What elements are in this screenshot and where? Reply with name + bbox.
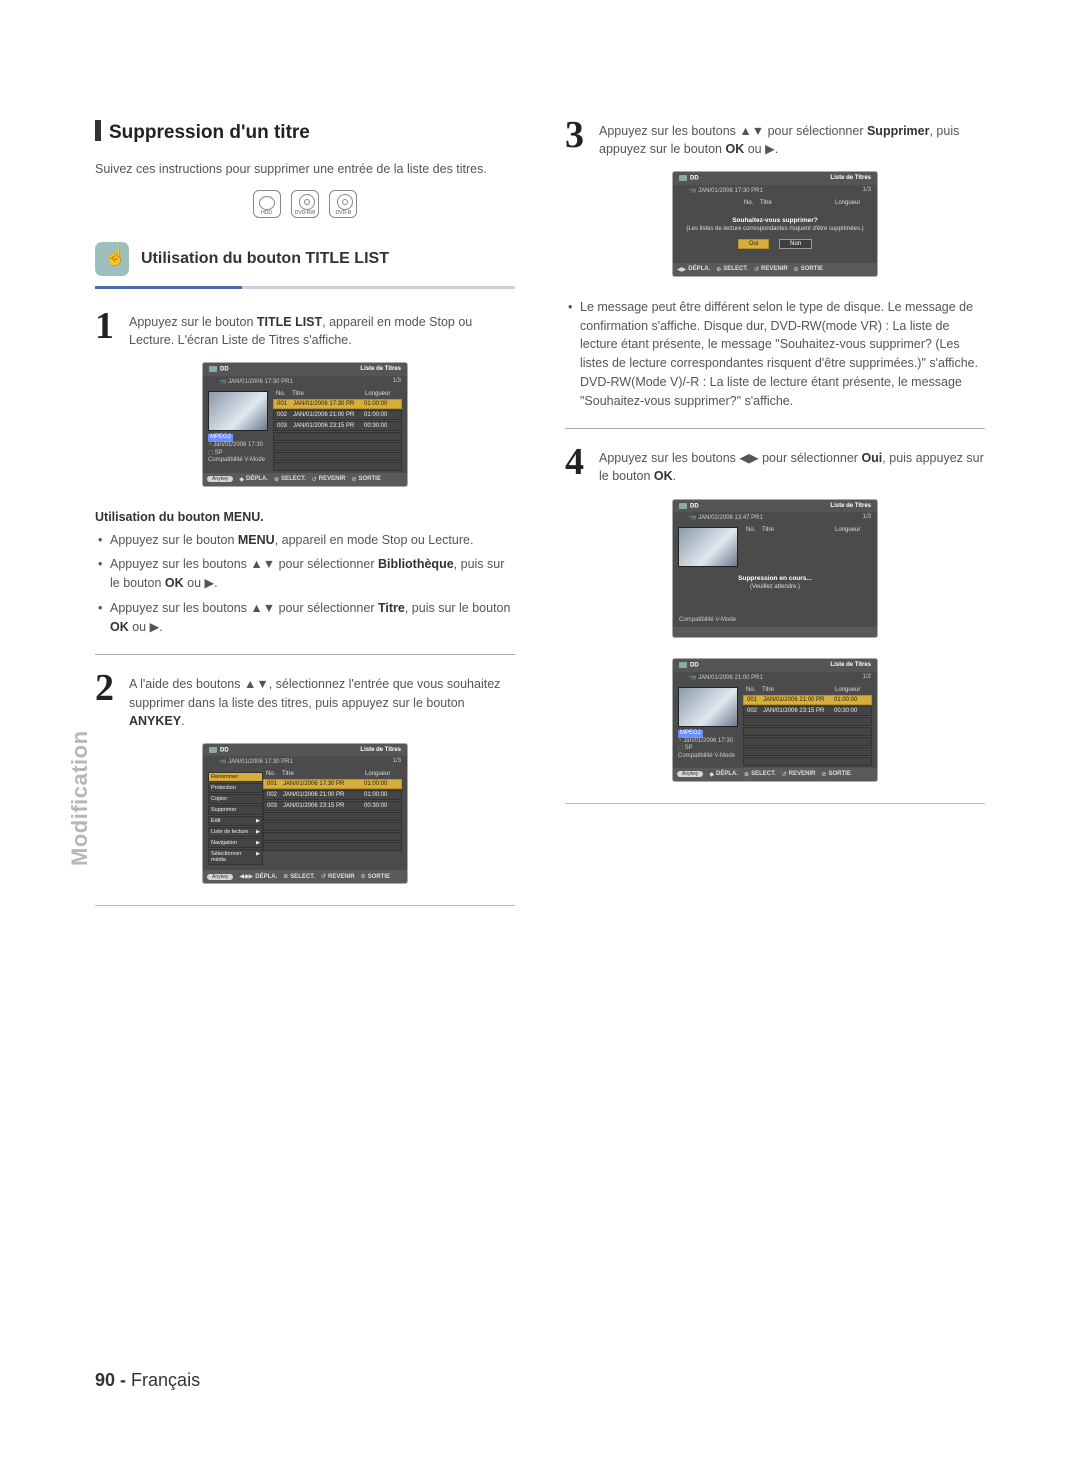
menu-item-copy: Copier [208,794,263,804]
screenshot-confirm-delete: DD Liste de Titres 📹 JAN/01/2006 17:30 P… [673,172,877,276]
screenshot-after-delete: DD Liste de Titres 📹 JAN/01/2006 21:00 P… [673,659,877,781]
dialog-subtitle: (Les listes de lecture correspondantes r… [683,226,867,232]
menu-item-select-media: Sélectionner média▶ [208,849,263,865]
step-1-text: Appuyez sur le bouton TITLE LIST, appare… [129,311,515,349]
menu-item-edit: Edit▶ [208,816,263,826]
progress-subtitle: (Veuillez attendre.) [683,584,867,590]
menu-instructions-head: Utilisation du bouton MENU. [95,508,515,527]
divider [95,905,515,906]
step-2-text: A l'aide des boutons ▲▼, sélectionnez l'… [129,673,515,729]
left-column: Suppression d'un titre Suivez ces instru… [95,120,515,924]
menu-item-rename: Renommer [208,772,263,782]
note-block: Le message peut être différent selon le … [580,298,985,411]
screenshot-deleting: DD Liste de Titres 📹 JAN/02/2006 13:47 P… [673,500,877,638]
table-row: 003JAN/01/2006 23:15 PR00:30:00 [273,421,402,431]
page-language: Français [131,1370,200,1390]
menu-item-playlist: Liste de lecture▶ [208,827,263,837]
subheading-title-list: Utilisation du bouton TITLE LIST [141,250,389,268]
step-3-text: Appuyez sur les boutons ▲▼ pour sélectio… [599,120,985,158]
step-4-number: 4 [565,447,593,485]
menu-item-delete: Supprimer [208,805,263,815]
anykey-pill: Anykey [207,476,233,482]
step-3-number: 3 [565,120,593,158]
step-2: 2 A l'aide des boutons ▲▼, sélectionnez … [95,673,515,729]
preview-thumbnail [208,391,268,431]
note-text-1: Le message peut être différent selon le … [580,300,978,370]
divider [565,428,985,429]
side-tab-label: Modification [67,730,93,866]
confirm-dialog: Souhaitez-vous supprimer? (Les listes de… [673,209,877,257]
progress-title: Suppression en cours... [683,575,867,582]
progress-meta: Compatibilité V-Mode [673,615,877,627]
table-row: 001JAN/01/2006 17:30 PR01:00:00 [273,399,402,409]
context-menu: Renommer Protection Copier Supprimer Edi… [203,768,263,870]
section-intro: Suivez ces instructions pour supprimer u… [95,160,515,178]
media-icons: HDD DVD-RW DVD-R [95,190,515,218]
note-text-2: DVD-RW(Mode V)/-R : La liste de lecture … [580,375,962,408]
step-1-number: 1 [95,311,123,349]
hdd-icon: HDD [253,190,281,218]
menu-item-navigation: Navigation▶ [208,838,263,848]
hdd-mini-icon [209,366,217,372]
menu-instructions: Utilisation du bouton MENU. Appuyez sur … [110,508,515,637]
page-number: 90 - [95,1370,126,1390]
section-title: Suppression d'un titre [95,120,515,144]
dialog-no-button: Non [779,239,812,249]
hand-icon [95,242,129,276]
menu-item-protection: Protection [208,783,263,793]
screenshot-title-list: DD Liste de Titres 📹 JAN/01/2006 17:30 P… [203,363,407,486]
step-4: 4 Appuyez sur les boutons ◀▶ pour sélect… [565,447,985,485]
progress-dialog: Suppression en cours... (Veuillez attend… [673,567,877,615]
dialog-yes-button: Oui [738,239,769,249]
dvd-r-icon: DVD-R [329,190,357,218]
step-3: 3 Appuyez sur les boutons ▲▼ pour sélect… [565,120,985,158]
right-column: 3 Appuyez sur les boutons ▲▼ pour sélect… [565,120,985,924]
step-2-number: 2 [95,673,123,729]
divider [565,803,985,804]
divider [95,654,515,655]
section-title-bar [95,120,101,141]
subhead-underline [95,286,515,289]
section-title-text: Suppression d'un titre [109,122,310,143]
step-4-text: Appuyez sur les boutons ◀▶ pour sélectio… [599,447,985,485]
dialog-title: Souhaitez-vous supprimer? [683,217,867,224]
page-footer: 90 - Français [95,1370,200,1391]
table-row: 002JAN/01/2006 21:00 PR01:00:00 [273,410,402,420]
screenshot-context-menu: DD Liste de Titres 📹 JAN/01/2006 17:30 P… [203,744,407,884]
step-1: 1 Appuyez sur le bouton TITLE LIST, appa… [95,311,515,349]
dvd-rw-icon: DVD-RW [291,190,319,218]
